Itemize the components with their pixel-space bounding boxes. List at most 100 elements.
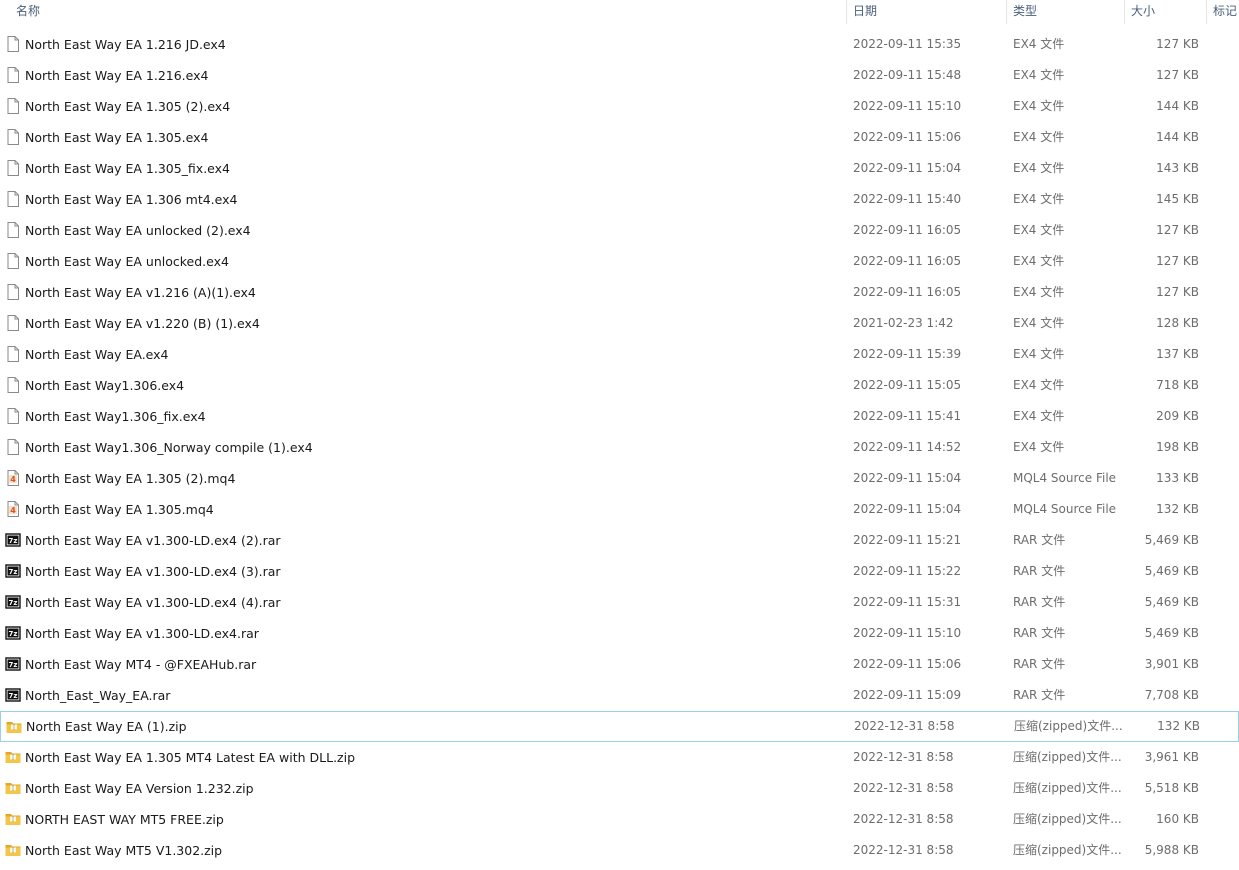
- file-row[interactable]: North East Way EA.ex4 2022-09-11 15:39 EX4…: [0, 339, 1239, 370]
- file-name: North East Way EA v1.300-LD.ex4 (2).rar: [25, 533, 281, 548]
- file-type: 压缩(zipped)文件...: [1014, 719, 1123, 733]
- file-type: EX4 文件: [1013, 285, 1065, 299]
- file-icon: [5, 191, 21, 207]
- file-row[interactable]: North East Way1.306_fix.ex4 2022-09-11 15…: [0, 401, 1239, 432]
- file-name: North East Way MT4 - @FXEAHub.rar: [25, 657, 257, 672]
- column-header-size[interactable]: 大小: [1125, 0, 1206, 24]
- file-date: 2021-02-23 1:42: [853, 316, 954, 330]
- file-date: 2022-09-11 16:05: [853, 254, 962, 268]
- file-row[interactable]: 7z North East Way EA v1.300-LD.ex4 (2).ra…: [0, 525, 1239, 556]
- zip-folder-icon: [5, 780, 21, 796]
- file-type: EX4 文件: [1013, 192, 1065, 206]
- file-size: 133 KB: [1156, 471, 1199, 485]
- file-size: 143 KB: [1156, 161, 1199, 175]
- file-row[interactable]: North East Way1.306.ex4 2022-09-11 15:05 E…: [0, 370, 1239, 401]
- file-list: North East Way EA 1.216 JD.ex4 2022-09-11…: [0, 29, 1239, 866]
- file-row[interactable]: 7z North East Way EA v1.300-LD.ex4 (4).ra…: [0, 587, 1239, 618]
- file-type: EX4 文件: [1013, 254, 1065, 268]
- file-icon: [5, 284, 21, 300]
- file-size: 127 KB: [1156, 223, 1199, 237]
- file-name: North East Way1.306_fix.ex4: [25, 409, 206, 424]
- file-size: 5,469 KB: [1144, 564, 1199, 578]
- file-type: EX4 文件: [1013, 130, 1065, 144]
- svg-text:7z: 7z: [9, 630, 18, 638]
- file-size: 127 KB: [1156, 254, 1199, 268]
- svg-text:4: 4: [10, 506, 16, 515]
- file-row[interactable]: North East Way EA 1.306 mt4.ex4 2022-09-1…: [0, 184, 1239, 215]
- file-size: 209 KB: [1156, 409, 1199, 423]
- file-date: 2022-09-11 15:48: [853, 68, 962, 82]
- file-type: EX4 文件: [1013, 316, 1065, 330]
- file-date: 2022-09-11 16:05: [853, 223, 962, 237]
- file-date: 2022-12-31 8:58: [853, 843, 954, 857]
- svg-text:7z: 7z: [9, 537, 18, 545]
- file-row[interactable]: North East Way EA (1).zip 2022-12-31 8:58…: [0, 711, 1239, 742]
- file-row[interactable]: North East Way EA 1.305_fix.ex4 2022-09-1…: [0, 153, 1239, 184]
- file-name: North East Way EA unlocked.ex4: [25, 254, 229, 269]
- file-date: 2022-12-31 8:58: [854, 719, 955, 733]
- file-row[interactable]: North East Way EA 1.305 MT4 Latest EA wi…: [0, 742, 1239, 773]
- mq4-file-icon: 4: [5, 501, 21, 517]
- file-row[interactable]: North East Way EA 1.305.ex4 2022-09-11 15…: [0, 122, 1239, 153]
- column-header-date[interactable]: 日期: [847, 0, 1006, 24]
- file-size: 3,901 KB: [1144, 657, 1199, 671]
- file-date: 2022-12-31 8:58: [853, 812, 954, 826]
- file-row[interactable]: 7z North East Way EA v1.300-LD.ex4 (3).ra…: [0, 556, 1239, 587]
- column-header-bar: 名称 日期 类型 ⌃ 大小 标记: [0, 0, 1239, 24]
- file-row[interactable]: North East Way EA unlocked (2).ex4 2022-0…: [0, 215, 1239, 246]
- file-size: 160 KB: [1156, 812, 1199, 826]
- file-size: 137 KB: [1156, 347, 1199, 361]
- column-header-tags[interactable]: 标记: [1207, 0, 1239, 24]
- 7z-archive-icon: 7z: [5, 594, 21, 610]
- file-size: 127 KB: [1156, 285, 1199, 299]
- file-type: EX4 文件: [1013, 161, 1065, 175]
- file-date: 2022-09-11 15:06: [853, 130, 962, 144]
- file-date: 2022-09-11 15:05: [853, 378, 962, 392]
- file-row[interactable]: North East Way EA v1.216 (A)(1).ex4 2022-…: [0, 277, 1239, 308]
- file-row[interactable]: North East Way1.306_Norway compile (1).e…: [0, 432, 1239, 463]
- file-name: North East Way1.306_Norway compile (1).e…: [25, 440, 313, 455]
- file-row[interactable]: North East Way MT5 V1.302.zip 2022-12-31 …: [0, 835, 1239, 866]
- file-name: North East Way EA Version 1.232.zip: [25, 781, 254, 796]
- file-row[interactable]: 7z North East Way EA v1.300-LD.ex4.rar 202…: [0, 618, 1239, 649]
- file-row[interactable]: 7z North_East_Way_EA.rar 2022-09-11 15:09 R…: [0, 680, 1239, 711]
- file-size: 127 KB: [1156, 68, 1199, 82]
- zip-folder-icon: [5, 749, 21, 765]
- file-row[interactable]: North East Way EA 1.216 JD.ex4 2022-09-11…: [0, 29, 1239, 60]
- file-size: 5,518 KB: [1144, 781, 1199, 795]
- file-name: North East Way EA v1.220 (B) (1).ex4: [25, 316, 260, 331]
- file-icon: [5, 98, 21, 114]
- file-date: 2022-09-11 15:22: [853, 564, 962, 578]
- zip-folder-icon: [6, 719, 22, 735]
- file-name: North East Way EA 1.305 (2).mq4: [25, 471, 236, 486]
- file-type: RAR 文件: [1013, 657, 1066, 671]
- file-type: EX4 文件: [1013, 223, 1065, 237]
- file-row[interactable]: North East Way EA 1.305 (2).ex4 2022-09-1…: [0, 91, 1239, 122]
- zip-folder-icon: [5, 811, 21, 827]
- file-type: EX4 文件: [1013, 99, 1065, 113]
- file-type: EX4 文件: [1013, 37, 1065, 51]
- file-type: EX4 文件: [1013, 347, 1065, 361]
- 7z-archive-icon: 7z: [5, 687, 21, 703]
- file-name: North East Way MT5 V1.302.zip: [25, 843, 223, 858]
- file-row[interactable]: 7z North East Way MT4 - @FXEAHub.rar 2022-…: [0, 649, 1239, 680]
- file-date: 2022-09-11 15:40: [853, 192, 962, 206]
- file-date: 2022-09-11 15:41: [853, 409, 962, 423]
- file-row[interactable]: North East Way EA v1.220 (B) (1).ex4 2021…: [0, 308, 1239, 339]
- file-row[interactable]: North East Way EA 1.216.ex4 2022-09-11 15…: [0, 60, 1239, 91]
- file-row[interactable]: NORTH EAST WAY MT5 FREE.zip 2022-12-31 8:…: [0, 804, 1239, 835]
- file-icon: [5, 129, 21, 145]
- column-header-name[interactable]: 名称: [10, 0, 846, 24]
- file-name: North East Way EA 1.305 (2).ex4: [25, 99, 231, 114]
- file-row[interactable]: 4 North East Way EA 1.305 (2).mq4 2022-09-…: [0, 463, 1239, 494]
- file-name: North East Way EA v1.300-LD.ex4 (4).rar: [25, 595, 281, 610]
- file-row[interactable]: North East Way EA Version 1.232.zip 2022-…: [0, 773, 1239, 804]
- file-type: RAR 文件: [1013, 533, 1066, 547]
- file-icon: [5, 346, 21, 362]
- file-name: North East Way EA 1.305_fix.ex4: [25, 161, 230, 176]
- file-date: 2022-09-11 15:39: [853, 347, 962, 361]
- file-row[interactable]: 4 North East Way EA 1.305.mq4 2022-09-11 1…: [0, 494, 1239, 525]
- file-size: 144 KB: [1156, 130, 1199, 144]
- file-row[interactable]: North East Way EA unlocked.ex4 2022-09-11…: [0, 246, 1239, 277]
- file-type: RAR 文件: [1013, 688, 1066, 702]
